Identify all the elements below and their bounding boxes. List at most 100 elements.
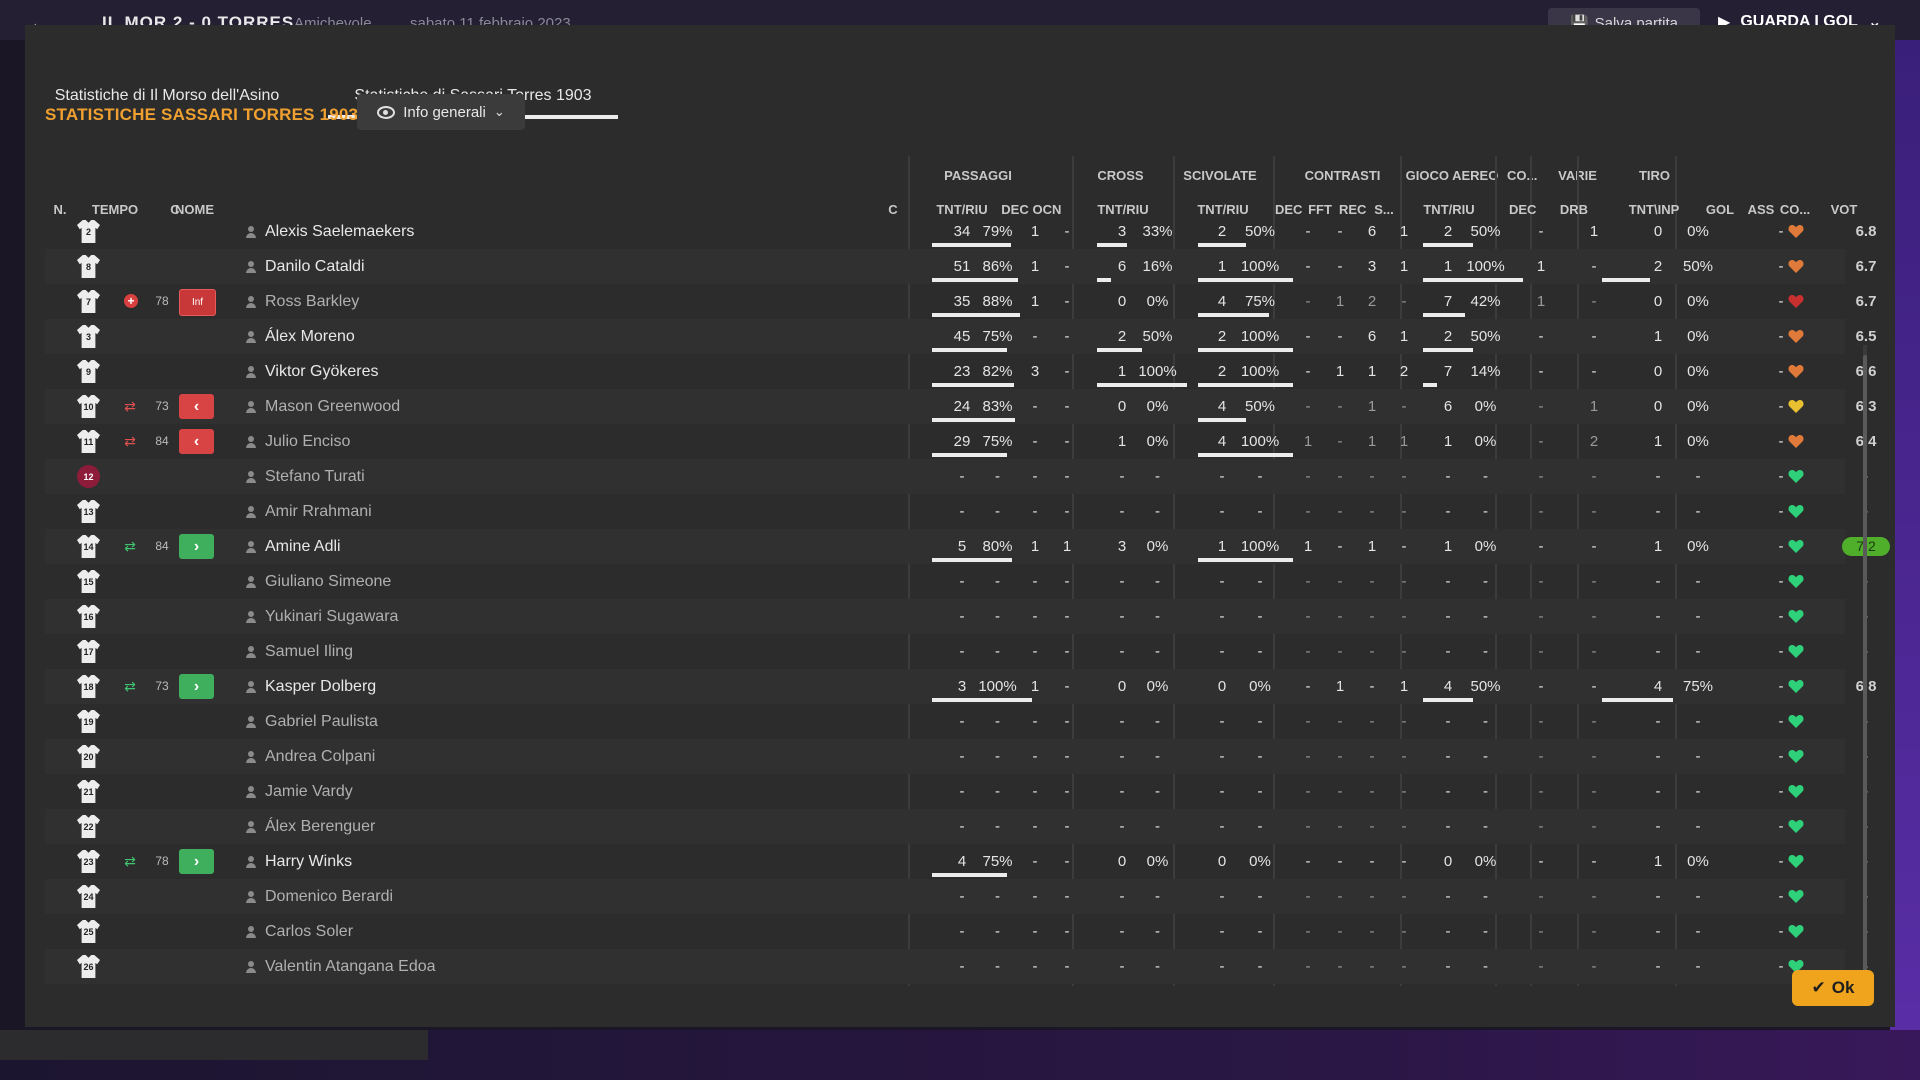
player-row[interactable]: 19Gabriel Paulista-------------------- bbox=[45, 704, 1869, 739]
player-row[interactable]: 23 ⇄ 78 › Harry Winks 4 75% - -0 0% 0 0% - - - -0 0% - -1 0… bbox=[45, 844, 1869, 879]
player-name[interactable]: Ross Barkley bbox=[265, 284, 359, 319]
contrasti-fft: - bbox=[1337, 783, 1343, 800]
dribbles: - bbox=[1591, 573, 1597, 590]
player-name[interactable]: Álex Moreno bbox=[265, 319, 355, 354]
group-header-contrasti: CONTRASTI bbox=[1304, 168, 1381, 183]
player-name[interactable]: Amir Rrahmani bbox=[265, 494, 372, 529]
player-icon bbox=[245, 330, 257, 343]
player-row[interactable]: 18 ⇄ 73 › Kasper Dolberg 3 100% 1-0 0% 0 0% -1-1 4 50… bbox=[45, 669, 1876, 704]
player-row[interactable]: 25Carlos Soler-------------------- bbox=[45, 914, 1869, 949]
pass-attempts: - bbox=[959, 468, 965, 485]
shirt-number-icon: 15 bbox=[77, 570, 100, 593]
player-icon bbox=[245, 680, 257, 693]
sub-in-icon: ⇄ bbox=[124, 678, 136, 694]
player-name[interactable]: Mason Greenwood bbox=[265, 389, 400, 424]
player-icon bbox=[245, 295, 257, 308]
co-dec: - bbox=[1538, 678, 1544, 695]
sub-minute: 84 bbox=[155, 434, 169, 448]
player-row[interactable]: 11 ⇄ 84 ‹ Julio Enciso 29 75% - -1 0% 4 100% 1-1 1 1 0%… bbox=[45, 424, 1876, 459]
player-icon bbox=[245, 540, 257, 553]
player-name-cell[interactable]: Viktor Gyökeres bbox=[245, 354, 379, 389]
ok-button[interactable]: ✔ Ok bbox=[1792, 970, 1874, 1006]
player-name[interactable]: Kasper Dolberg bbox=[265, 669, 376, 704]
player-name-cell[interactable]: Ross Barkley bbox=[245, 284, 359, 319]
player-name[interactable]: Valentin Atangana Edoa bbox=[265, 949, 436, 984]
player-name[interactable]: Stefano Turati bbox=[265, 459, 365, 494]
player-name[interactable]: Amine Adli bbox=[265, 529, 341, 564]
player-name[interactable]: Julio Enciso bbox=[265, 424, 350, 459]
player-row[interactable]: 2 Alexis Saelemaekers 34 79% 1-3 33% 2 50% - -6 1 2… bbox=[45, 214, 1876, 249]
player-name[interactable]: Álex Berenguer bbox=[265, 809, 375, 844]
player-row[interactable]: 14 ⇄ 84 › Amine Adli 5 80% 1 1 3 0% 1 100% 1-1-1 0% - -1… bbox=[45, 529, 1890, 564]
sub-minute: 84 bbox=[155, 539, 169, 553]
player-name-cell[interactable]: Kasper Dolberg bbox=[245, 669, 376, 704]
player-name-cell[interactable]: Mason Greenwood bbox=[245, 389, 400, 424]
player-row[interactable]: 15Giuliano Simeone-------------------- bbox=[45, 564, 1869, 599]
player-name-cell[interactable]: Danilo Cataldi bbox=[245, 249, 365, 284]
player-name[interactable]: Yukinari Sugawara bbox=[265, 599, 398, 634]
scrollbar-thumb[interactable] bbox=[1863, 355, 1867, 975]
pass-percent: - bbox=[995, 573, 1000, 590]
player-name-cell[interactable]: Alexis Saelemaekers bbox=[245, 214, 414, 249]
player-row[interactable]: 7 +78 Inf Ross Barkley 35 88% 1-0 0% 4 75% -1 2-7 42… bbox=[45, 284, 1876, 319]
shot-attempts: - bbox=[1655, 923, 1661, 940]
player-row[interactable]: 22Álex Berenguer-------------------- bbox=[45, 809, 1869, 844]
player-name[interactable]: Harry Winks bbox=[265, 844, 352, 879]
player-row[interactable]: 12Stefano Turati-------------------- bbox=[45, 459, 1869, 494]
aerial-percent: - bbox=[1483, 643, 1488, 660]
success-rate-bar bbox=[1198, 418, 1246, 422]
cross-percent: 0% bbox=[1146, 853, 1169, 870]
player-row[interactable]: 3 Álex Moreno 45 75% - -2 50% 2 100% - -6 1 2 50% - -1 0… bbox=[45, 319, 1876, 354]
player-name[interactable]: Danilo Cataldi bbox=[265, 249, 365, 284]
player-name[interactable]: Giuliano Simeone bbox=[265, 564, 391, 599]
player-name-cell[interactable]: Álex Berenguer bbox=[245, 809, 375, 844]
player-name[interactable]: Gabriel Paulista bbox=[265, 704, 378, 739]
player-name-cell[interactable]: Yukinari Sugawara bbox=[245, 599, 398, 634]
player-row[interactable]: 13Amir Rrahmani-------------------- bbox=[45, 494, 1869, 529]
player-name-cell[interactable]: Julio Enciso bbox=[245, 424, 350, 459]
player-name-cell[interactable]: Jamie Vardy bbox=[245, 774, 353, 809]
player-name[interactable]: Carlos Soler bbox=[265, 914, 353, 949]
player-name[interactable]: Alexis Saelemaekers bbox=[265, 214, 414, 249]
info-dropdown[interactable]: Info generali ⌄ bbox=[357, 94, 525, 130]
player-name-cell[interactable]: Gabriel Paulista bbox=[245, 704, 378, 739]
pass-decisive: - bbox=[1032, 573, 1038, 590]
player-name[interactable]: Viktor Gyökeres bbox=[265, 354, 379, 389]
player-name-cell[interactable]: Stefano Turati bbox=[245, 459, 365, 494]
player-name[interactable]: Domenico Berardi bbox=[265, 879, 393, 914]
player-row[interactable]: 21Jamie Vardy-------------------- bbox=[45, 774, 1869, 809]
contrasti-fft: - bbox=[1337, 573, 1343, 590]
cross-percent: 33% bbox=[1142, 223, 1173, 240]
player-name-cell[interactable]: Álex Moreno bbox=[245, 319, 355, 354]
player-name-cell[interactable]: Andrea Colpani bbox=[245, 739, 375, 774]
success-rate-bar bbox=[1423, 348, 1473, 352]
player-row[interactable]: 26 Valentin Atangana Edoa - - - - - - - - - - - - - - - -… bbox=[45, 949, 1869, 984]
player-name-cell[interactable]: Harry Winks bbox=[245, 844, 352, 879]
player-name-cell[interactable]: Amir Rrahmani bbox=[245, 494, 372, 529]
player-row[interactable]: 10 ⇄ 73 ‹ Mason Greenwood 24 83% - -0 0% 4 50% - -1-6… bbox=[45, 389, 1876, 424]
player-name-cell[interactable]: Giuliano Simeone bbox=[245, 564, 391, 599]
shirt-number-icon: 24 bbox=[77, 885, 100, 908]
player-name[interactable]: Samuel Iling bbox=[265, 634, 353, 669]
player-row[interactable]: 17Samuel Iling-------------------- bbox=[45, 634, 1869, 669]
player-name[interactable]: Andrea Colpani bbox=[265, 739, 375, 774]
shot-attempts: - bbox=[1655, 748, 1661, 765]
player-row[interactable]: 16Yukinari Sugawara-------------------- bbox=[45, 599, 1869, 634]
player-row[interactable]: 9 Viktor Gyökeres 23 82% 3-1 100% 2 100% -1 1 2 7 14… bbox=[45, 354, 1876, 389]
player-row[interactable]: 8 Danilo Cataldi 51 86% 1-6 16% 1 100% - -3 1 1 100%… bbox=[45, 249, 1876, 284]
pass-attempts: - bbox=[959, 888, 965, 905]
player-name-cell[interactable]: Valentin Atangana Edoa bbox=[245, 949, 436, 984]
player-name-cell[interactable]: Domenico Berardi bbox=[245, 879, 393, 914]
co-dec: - bbox=[1538, 888, 1544, 905]
sub-minute: 78 bbox=[155, 294, 169, 308]
player-name-cell[interactable]: Samuel Iling bbox=[245, 634, 353, 669]
player-name-cell[interactable]: Carlos Soler bbox=[245, 914, 353, 949]
player-row[interactable]: 20Andrea Colpani-------------------- bbox=[45, 739, 1869, 774]
player-name[interactable]: Jamie Vardy bbox=[265, 774, 353, 809]
player-name-cell[interactable]: Amine Adli bbox=[245, 529, 341, 564]
co-dec: - bbox=[1538, 923, 1544, 940]
subbed-on-icon: › bbox=[179, 674, 214, 699]
contrasti-rec: - bbox=[1369, 573, 1375, 590]
shirt-number-icon: 8 bbox=[77, 255, 100, 278]
player-row[interactable]: 24Domenico Berardi-------------------- bbox=[45, 879, 1869, 914]
